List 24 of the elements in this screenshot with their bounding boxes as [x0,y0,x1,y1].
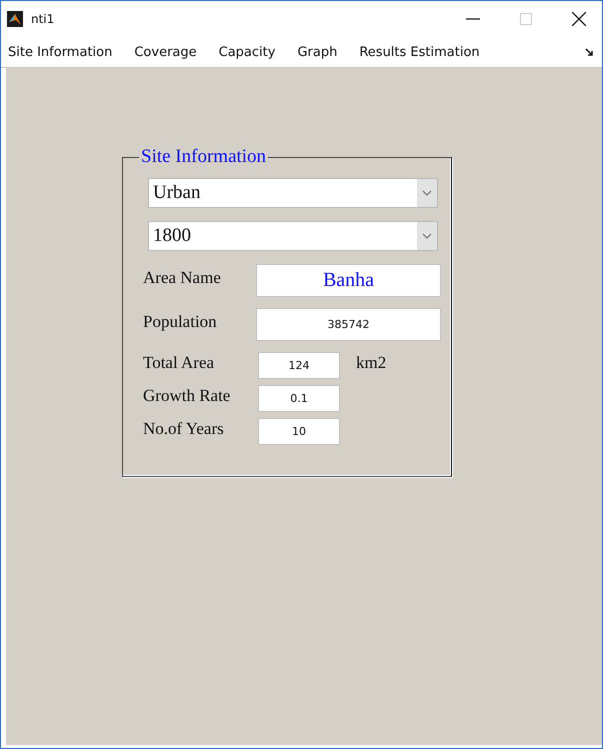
field-label: Growth Rate [143,386,232,406]
input-field[interactable]: 124 [258,352,340,379]
input-field[interactable]: 385742 [256,308,441,341]
field-label: Population [143,312,218,332]
field-label: Area Name [143,268,222,288]
menu-item[interactable]: Capacity [218,44,276,60]
unit-label: km2 [356,352,386,372]
field-label: Total Area [143,352,216,372]
field-label: No.of Years [143,418,225,438]
input-field[interactable]: Banha [256,264,441,297]
close-icon[interactable] [572,12,586,26]
input-field[interactable]: 10 [258,418,340,445]
menu-item[interactable]: Coverage [134,44,197,60]
chevron-down-icon [422,190,432,196]
menu-item[interactable]: Graph [297,44,338,60]
overflow-arrow-icon[interactable] [585,48,594,56]
input-field[interactable]: 0.1 [258,385,340,412]
dropdown[interactable]: Urban [148,178,438,208]
app-logo-icon [7,11,23,27]
chevron-down-icon [422,233,432,239]
window-title: nti1 [31,12,54,26]
menu-item[interactable]: Site Information [8,44,112,60]
dropdown[interactable]: 1800 [148,221,438,251]
menu-item[interactable]: Results Estimation [359,44,480,60]
